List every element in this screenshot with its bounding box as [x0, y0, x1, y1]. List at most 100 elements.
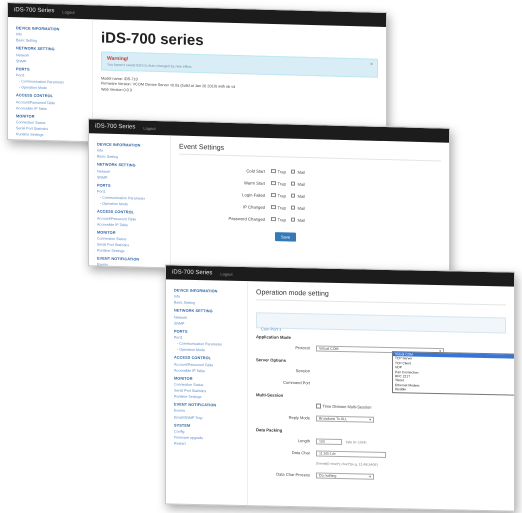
- time-division-checkbox[interactable]: [316, 403, 321, 409]
- mail-checkbox[interactable]: [290, 169, 296, 174]
- sidebar: DEVICE INFORMATION Info Basic Setting NETWO…: [166, 279, 248, 512]
- sidebar-item[interactable]: SNMP: [174, 321, 242, 326]
- sidebar-item[interactable]: Accessible IP Table: [97, 222, 165, 228]
- sidebar-section-heading: NETWORK SETTING: [174, 308, 213, 314]
- protocol-value: Virtual COM: [319, 346, 339, 351]
- event-label: Password Changed: [228, 215, 265, 222]
- sidebar-item[interactable]: - Operation Mode: [16, 86, 87, 92]
- sidebar-item[interactable]: Runtime Settings: [174, 395, 242, 400]
- save-button[interactable]: Save: [275, 232, 297, 242]
- sidebar-item[interactable]: Port1: [16, 73, 87, 79]
- sidebar-item[interactable]: Restart: [174, 442, 242, 447]
- protocol-dropdown-list[interactable]: Virtual COM TCP Server TCP Client UDP Pair C…: [392, 351, 515, 396]
- sidebar-item[interactable]: Port1: [97, 189, 165, 195]
- sidebar-item[interactable]: Email/SNMP Trap: [174, 415, 242, 420]
- length-input[interactable]: 100: [316, 437, 342, 445]
- delimiter-input[interactable]: 11:bf0:1de: [316, 449, 386, 458]
- brand-link[interactable]: iDS-700 Series: [172, 269, 212, 276]
- sidebar-item[interactable]: Info: [16, 32, 87, 38]
- mail-checkbox[interactable]: [290, 217, 296, 222]
- sidebar-item[interactable]: Serial Port Statistics: [16, 126, 87, 132]
- sidebar-item[interactable]: Firmware upgrade: [174, 436, 242, 441]
- sidebar-section-heading: ACCESS CONTROL: [174, 355, 212, 361]
- length-hint: byte (0~1024): [346, 439, 367, 445]
- sidebar-item[interactable]: Events: [16, 147, 87, 150]
- length-label: Length: [297, 438, 310, 444]
- sidebar-item[interactable]: Account/Password Table: [97, 216, 165, 222]
- operation-mode-window: iDS-700 Series Logout DEVICE INFORMATION…: [165, 264, 515, 512]
- sidebar-section-heading: DEVICE INFORMATION: [97, 142, 141, 148]
- trap-checkbox[interactable]: [271, 168, 276, 174]
- sidebar-item[interactable]: SNMP: [16, 59, 87, 65]
- logout-link[interactable]: Logout: [220, 271, 232, 276]
- mail-checkbox[interactable]: [290, 181, 296, 186]
- sidebar-item[interactable]: Serial Port Statistics: [97, 243, 165, 249]
- event-settings-content: Event Settings Cold Start Trap Mail Warm St…: [171, 135, 449, 275]
- sidebar-item[interactable]: - Communication Parameter: [97, 196, 165, 202]
- sidebar-item[interactable]: Accessible IP Table: [16, 106, 87, 112]
- sidebar-item[interactable]: Connection Status: [174, 382, 242, 387]
- sidebar-item[interactable]: Connection Status: [97, 236, 165, 242]
- trap-checkbox[interactable]: [271, 180, 276, 186]
- delimiter-label: Data Char: [291, 449, 310, 456]
- device-info: Model name: iDS-710 Firmware Version: VC…: [101, 76, 378, 98]
- sidebar-item[interactable]: - Operation Mode: [174, 348, 242, 353]
- mail-label: Mail: [297, 205, 306, 211]
- mail-checkbox[interactable]: [290, 193, 296, 198]
- sidebar-item[interactable]: Basic Setting: [174, 301, 242, 306]
- sidebar-section-heading: DEVICE INFORMATION: [174, 288, 218, 294]
- sidebar-item[interactable]: Email/SNMP Trap: [97, 269, 165, 275]
- sidebar-item[interactable]: - Communication Parameter: [16, 79, 87, 85]
- sidebar-item[interactable]: - Operation Mode: [97, 202, 165, 208]
- reply-mode-value: Broadcast To ALL: [319, 416, 348, 421]
- sidebar-item[interactable]: Account/Password Table: [16, 100, 87, 106]
- sidebar-item[interactable]: Serial Port Statistics: [174, 389, 242, 394]
- sidebar-item[interactable]: Runtime Settings: [97, 249, 165, 255]
- event-label: IP Changed: [242, 203, 265, 210]
- sidebar-item[interactable]: Info: [174, 295, 242, 300]
- page-title: Event Settings: [179, 143, 441, 162]
- sidebar-item[interactable]: Network: [16, 53, 87, 59]
- sidebar-item[interactable]: Basic Setting: [16, 39, 87, 45]
- sidebar-item[interactable]: Events: [97, 263, 165, 269]
- sidebar-section-heading: EVENT NOTIFICATION: [174, 402, 217, 408]
- sidebar-item[interactable]: Connection Status: [16, 120, 87, 126]
- event-form: Cold Start Trap Mail Warm Start Trap Mail Logi…: [179, 163, 441, 230]
- logout-link[interactable]: Logout: [62, 9, 74, 14]
- sidebar-item[interactable]: SNMP: [97, 175, 165, 181]
- sidebar-item[interactable]: Port1: [174, 335, 242, 340]
- event-settings-window: iDS-700 Series Logout DEVICE INFORMATION…: [88, 118, 450, 276]
- sidebar-item[interactable]: Runtime Settings: [16, 133, 87, 139]
- sidebar-section-heading: PORTS: [97, 183, 111, 188]
- char-process-label: Data Char Process: [276, 471, 310, 478]
- trap-label: Trap: [277, 180, 286, 186]
- session-label: Session: [295, 368, 310, 374]
- reply-mode-select[interactable]: Broadcast To ALL ▾: [316, 414, 374, 423]
- sidebar-section-heading: MONITOR: [97, 230, 116, 235]
- brand-link[interactable]: iDS-700 Series: [95, 123, 135, 130]
- trap-checkbox[interactable]: [271, 204, 276, 210]
- logout-link[interactable]: Logout: [143, 125, 155, 130]
- time-division-label: Time Division Multi-Session: [322, 403, 372, 410]
- sidebar-item[interactable]: Basic Setting: [97, 155, 165, 161]
- sidebar-item[interactable]: Accessible IP Table: [174, 368, 242, 373]
- close-icon[interactable]: ×: [370, 62, 373, 68]
- command-port-label: Command Port: [283, 379, 310, 386]
- sidebar-item[interactable]: Network: [174, 315, 242, 320]
- mail-label: Mail: [297, 217, 306, 223]
- trap-checkbox[interactable]: [271, 216, 276, 222]
- sidebar-item[interactable]: Info: [97, 149, 165, 155]
- sidebar-item[interactable]: - Communication Parameter: [174, 342, 242, 347]
- mail-checkbox[interactable]: [290, 205, 296, 210]
- tab-com-port-1[interactable]: Com Port 1: [261, 326, 281, 331]
- sidebar-item[interactable]: Network: [97, 169, 165, 175]
- event-label: Login Failed: [242, 191, 265, 198]
- port-tab-panel: Com Port 1: [256, 312, 506, 334]
- sidebar-section-heading: ACCESS CONTROL: [97, 209, 135, 215]
- sidebar-item[interactable]: Events: [174, 409, 242, 414]
- char-process-select[interactable]: Do nothing ▾: [316, 471, 374, 480]
- sidebar-item[interactable]: Account/Password Table: [174, 362, 242, 367]
- sidebar-item[interactable]: Config: [174, 429, 242, 434]
- trap-checkbox[interactable]: [271, 192, 276, 198]
- brand-link[interactable]: iDS-700 Series: [14, 7, 54, 14]
